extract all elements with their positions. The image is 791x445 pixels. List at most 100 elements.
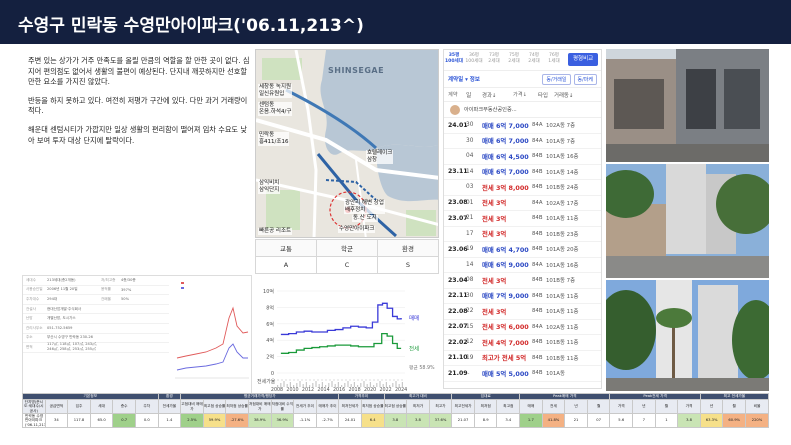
tab-size[interactable]: 74평 2세대 bbox=[524, 50, 544, 70]
volume-bar bbox=[353, 382, 355, 387]
data-cell: 07 bbox=[586, 413, 611, 428]
transaction-row[interactable]: 14 매매 6억 9,000 84A 101A동 16층 bbox=[444, 258, 601, 273]
transaction-row[interactable]: 21.09.. 매매 5억 5,000 84B 101A동 bbox=[444, 366, 601, 382]
data-cell: 3.8 bbox=[677, 413, 701, 428]
transaction-panel: 35평 100세대 36평 100세대 73평 2세대 75평 2세대 74평 … bbox=[443, 49, 602, 389]
transaction-row[interactable]: 23.06 19 매매 6억 4,700 84B 101A동 20층 bbox=[444, 242, 601, 258]
transaction-row[interactable]: 23.08 01 전세 3억 84A 102A동 17층 bbox=[444, 196, 601, 211]
transaction-list: 24.01 30 매매 6억 7,000 84A 102A동 7층 30 매매 6억 7,0… bbox=[444, 118, 601, 382]
tx-unit: 101B동 7층 bbox=[546, 278, 576, 285]
map-sea-label: SHINSEGAE bbox=[328, 66, 385, 75]
tab-size[interactable]: 35평 100세대 bbox=[444, 50, 464, 70]
transaction-row[interactable]: 23.11 14 매매 6억 7,000 84B 101A동 14층 bbox=[444, 165, 601, 180]
tx-day: 21 bbox=[466, 215, 474, 222]
filter-label[interactable]: 계약일 ▾ 정보 bbox=[448, 75, 480, 83]
compare-button[interactable]: 평형비교 bbox=[568, 53, 599, 66]
col-header[interactable]: 경과↓ bbox=[482, 91, 502, 99]
transaction-row[interactable]: 03 전세 3억 8,000 84B 101B동 24층 bbox=[444, 180, 601, 196]
column-header: 가격 bbox=[677, 399, 701, 414]
location-map[interactable]: SHINSEGAE 세창동 녹지원 일신유원입 센텀동 온음.하석4/구 민락동… bbox=[255, 49, 439, 238]
volume-bar bbox=[401, 382, 403, 387]
column-header: 전세 bbox=[541, 399, 566, 414]
tab-size[interactable]: 36평 100세대 bbox=[464, 50, 484, 70]
volume-bar bbox=[312, 383, 314, 387]
volume-bar bbox=[315, 381, 317, 387]
data-cell: 36.9% bbox=[270, 413, 295, 428]
data-cell: 0.7 bbox=[112, 413, 136, 428]
col-header[interactable]: 타입 bbox=[538, 91, 554, 99]
score-header: 교통 bbox=[255, 239, 317, 257]
column-header: 최고점 bbox=[496, 399, 521, 414]
transaction-row[interactable]: 17 전세 3억 84B 101B동 23층 bbox=[444, 227, 601, 242]
column-header: 매매 bbox=[519, 399, 543, 414]
map-label: 세창동 녹지원 일신유원입 bbox=[258, 84, 293, 98]
col-header[interactable]: 가격↓ bbox=[502, 91, 538, 98]
transaction-row[interactable]: 04 매매 6억 4,500 84B 101A동 16층 bbox=[444, 149, 601, 165]
column-header: 최고점 상승률 bbox=[202, 399, 227, 414]
tx-year-month: 22.07 bbox=[448, 323, 468, 331]
map-label: 빠른공 리조트 bbox=[258, 228, 293, 235]
tx-type: 84B bbox=[532, 292, 543, 299]
volume-bar bbox=[337, 382, 339, 387]
data-cell: 6.4 bbox=[360, 413, 385, 428]
info-value: 4층/30층 bbox=[121, 277, 136, 282]
col-header[interactable]: 일 bbox=[466, 90, 482, 99]
column-header: 단지명(준시도·세대수/시공사) bbox=[22, 399, 46, 414]
tab-size[interactable]: 76평 1세대 bbox=[544, 50, 564, 70]
column-header: 월 bbox=[722, 399, 746, 414]
col-header[interactable]: 계약 bbox=[444, 91, 466, 98]
tx-day: 12 bbox=[466, 339, 474, 346]
photo-store-front bbox=[606, 49, 769, 162]
filter-pill[interactable]: 동/마케 bbox=[573, 73, 597, 85]
commentary: 주변 있는 상가가 거주 만족도를 올릴 만큼의 역할을 할 만한 곳이 없다.… bbox=[28, 56, 250, 154]
column-header: 최저점 상승률 bbox=[225, 399, 249, 414]
tx-type: 84B bbox=[532, 308, 543, 315]
transaction-row[interactable]: 23.04 08 전세 3억 84B 101B동 7층 bbox=[444, 273, 601, 289]
data-cell: 63.3% bbox=[699, 413, 724, 428]
info-value: 294대 bbox=[47, 296, 58, 301]
column-header: 최고가 bbox=[428, 399, 453, 414]
chart-bg bbox=[255, 283, 440, 394]
photo-street-view bbox=[606, 164, 769, 278]
score-value: A bbox=[255, 256, 317, 274]
transaction-row[interactable]: 21.10 19 최고가 전세 5억 84B 101B동 11층 bbox=[444, 351, 601, 366]
tx-type: 84A bbox=[532, 122, 543, 129]
tx-type: 84A bbox=[532, 199, 543, 206]
col-header[interactable]: 거래동↓ bbox=[554, 91, 594, 99]
transaction-row[interactable]: 22.02 12 전세 4억 7,000 84B 101B동 11층 bbox=[444, 335, 601, 351]
info-value: 개별난방, 도시가스 bbox=[47, 316, 76, 321]
column-header: 최저점 상승률 bbox=[360, 399, 385, 414]
transaction-row[interactable]: 22.07 15 전세 3억 6,000 84A 102A동 11층 bbox=[444, 320, 601, 335]
tx-type: 84B bbox=[532, 168, 543, 175]
transaction-row[interactable]: 23.07 21 전세 3억 84B 101A동 11층 bbox=[444, 211, 601, 227]
transaction-row[interactable]: 22.08 22 전세 3억 84B 101A동 11층 bbox=[444, 304, 601, 320]
tab-size[interactable]: 75평 2세대 bbox=[504, 50, 524, 70]
tab-size[interactable]: 73평 2세대 bbox=[484, 50, 504, 70]
info-key: 면적 bbox=[26, 344, 33, 349]
tx-price: 매매 6억 4,500 bbox=[482, 152, 529, 161]
tx-day: 17 bbox=[466, 230, 474, 237]
tx-price: 매매 6억 7,000 bbox=[482, 168, 529, 177]
info-value: 117㎡, 118㎡, 107㎡, 243㎡, 246㎡, 258㎡, 253㎡… bbox=[47, 342, 97, 352]
tx-day: 03 bbox=[466, 184, 474, 191]
tx-day: 19 bbox=[466, 354, 474, 361]
filter-pill[interactable]: 동/거래일 bbox=[542, 73, 571, 85]
transaction-row[interactable]: 22.11 30 매매 7억 9,000 84B 101A동 11층 bbox=[444, 289, 601, 304]
column-header: 가격 bbox=[609, 399, 634, 414]
volume-bar bbox=[277, 385, 279, 387]
column-header: 주차 bbox=[134, 399, 159, 414]
agent-row[interactable]: 아이파크부동산공인중... bbox=[444, 102, 601, 118]
page-title: 수영구 민락동 수영만아이파크('06.11,213^) bbox=[18, 16, 364, 36]
score-header: 환경 bbox=[377, 239, 439, 257]
score-value: S bbox=[377, 256, 439, 274]
transaction-row[interactable]: 30 매매 6억 7,000 84A 101A동 7층 bbox=[444, 134, 601, 149]
info-value: 397% bbox=[121, 287, 132, 292]
tx-year-month: 23.07 bbox=[448, 214, 468, 222]
transaction-row[interactable]: 24.01 30 매매 6억 7,000 84A 102A동 7층 bbox=[444, 118, 601, 134]
data-cell: 24.01 bbox=[338, 413, 362, 428]
tx-unit: 101A동 16층 bbox=[546, 154, 579, 161]
avatar bbox=[450, 104, 460, 115]
y-tick-label: 6억 bbox=[266, 321, 274, 328]
info-value: 50% bbox=[121, 297, 129, 302]
tx-unit: 101A동 11층 bbox=[546, 293, 579, 300]
